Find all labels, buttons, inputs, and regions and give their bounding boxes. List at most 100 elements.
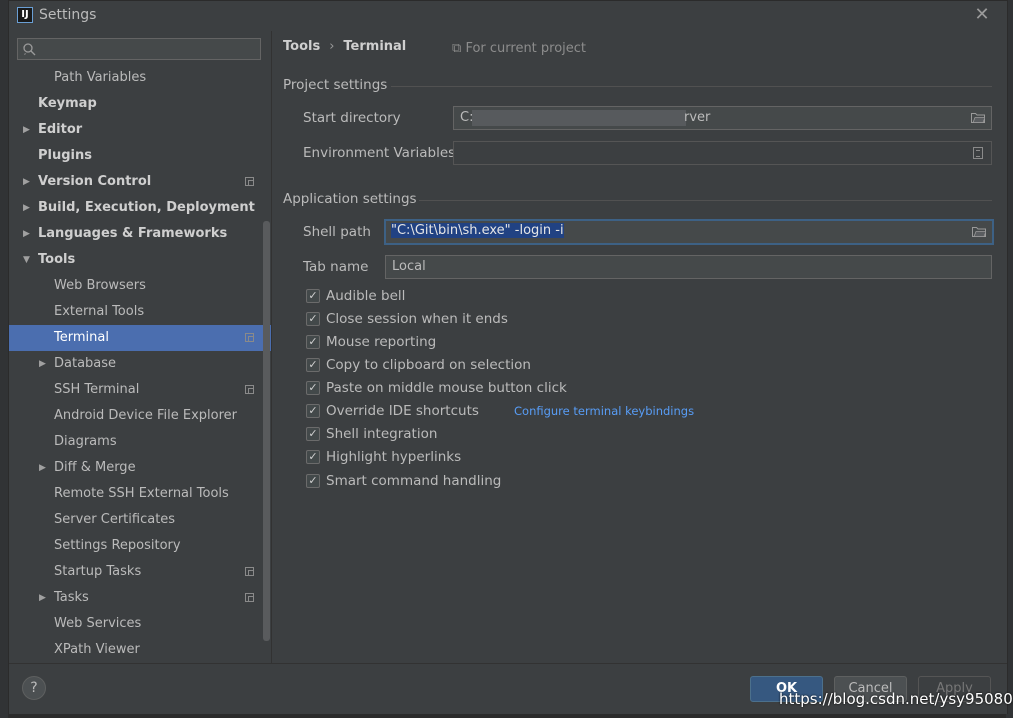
configure-keybindings-link[interactable]: Configure terminal keybindings	[514, 401, 694, 421]
sidebar-item-label: Build, Execution, Deployment	[38, 200, 255, 215]
expand-arrow-icon[interactable]: ▶	[39, 455, 49, 481]
edit-list-icon[interactable]	[973, 147, 983, 159]
check-icon[interactable]: ✓	[306, 335, 320, 349]
folder-icon[interactable]	[971, 112, 985, 123]
sidebar-item-version-control[interactable]: ▶ Version Control	[9, 169, 271, 195]
sidebar-item-label: Version Control	[38, 174, 152, 189]
sidebar-item-label: Database	[54, 356, 117, 371]
help-button[interactable]: ?	[22, 676, 46, 700]
project-scope-icon	[245, 333, 254, 342]
expand-arrow-icon[interactable]: ▶	[23, 221, 33, 247]
expand-arrow-icon[interactable]: ▶	[23, 117, 33, 143]
intellij-app-icon: IJ	[17, 7, 33, 23]
sidebar-item-label: Diagrams	[54, 434, 117, 449]
watermark-url: https://blog.csdn.net/ysy950803	[779, 690, 1013, 708]
sidebar-item-xpath-viewer[interactable]: XPath Viewer	[9, 637, 271, 663]
sidebar-item-startup-tasks[interactable]: Startup Tasks	[9, 559, 271, 585]
sidebar-item-label: Settings Repository	[54, 538, 181, 553]
close-icon[interactable]: ✕	[973, 5, 991, 25]
sidebar-item-build-execution-deployment[interactable]: ▶ Build, Execution, Deployment	[9, 195, 271, 221]
project-scope-icon	[245, 385, 254, 394]
sidebar-item-label: Startup Tasks	[54, 564, 142, 579]
shell-path-field[interactable]: "C:\Git\bin\sh.exe" -login -i	[384, 219, 994, 245]
expand-arrow-icon[interactable]: ▶	[23, 169, 33, 195]
sidebar-item-label: Editor	[38, 122, 83, 137]
breadcrumb-parent[interactable]: Tools	[283, 39, 320, 54]
sidebar-scrollbar[interactable]	[263, 221, 270, 641]
folder-icon[interactable]	[972, 226, 986, 237]
sidebar-item-path-variables[interactable]: Path Variables	[9, 65, 271, 91]
sidebar-item-web-services[interactable]: Web Services	[9, 611, 271, 637]
sidebar-item-settings-repository[interactable]: Settings Repository	[9, 533, 271, 559]
sidebar-item-external-tools[interactable]: External Tools	[9, 299, 271, 325]
sidebar-item-label: External Tools	[54, 304, 145, 319]
check-icon[interactable]: ✓	[306, 381, 320, 395]
sidebar-item-diff-merge[interactable]: ▶ Diff & Merge	[9, 455, 271, 481]
check-icon[interactable]: ✓	[306, 312, 320, 326]
tab-name-value: Local	[392, 259, 426, 274]
check-icon[interactable]: ✓	[306, 289, 320, 303]
environment-variables-label: Environment Variables	[303, 145, 456, 161]
expand-arrow-icon[interactable]: ▶	[39, 351, 49, 377]
sidebar-item-server-certificates[interactable]: Server Certificates	[9, 507, 271, 533]
check-icon[interactable]: ✓	[306, 358, 320, 372]
sidebar-item-label: Server Certificates	[54, 512, 176, 527]
environment-variables-field[interactable]	[453, 141, 992, 165]
sidebar-item-label: Plugins	[38, 148, 92, 163]
sidebar-item-label: Diff & Merge	[54, 460, 136, 475]
sidebar-item-diagrams[interactable]: Diagrams	[9, 429, 271, 455]
checkbox-label: Paste on middle mouse button click	[326, 380, 567, 396]
sidebar-item-database[interactable]: ▶ Database	[9, 351, 271, 377]
project-settings-title: Project settings	[283, 77, 388, 93]
sidebar-item-ssh-terminal[interactable]: SSH Terminal	[9, 377, 271, 403]
checkbox-label: Shell integration	[326, 426, 438, 442]
sidebar-item-label: Android Device File Explorer	[54, 408, 237, 423]
checkbox-label: Close session when it ends	[326, 311, 508, 327]
sidebar-item-tools[interactable]: ▼ Tools	[9, 247, 271, 273]
scope-note-label: For current project	[465, 41, 587, 56]
check-icon[interactable]: ✓	[306, 427, 320, 441]
title-bar: IJ Settings ✕	[9, 1, 1007, 31]
check-icon[interactable]: ✓	[306, 404, 320, 418]
checkbox-label: Highlight hyperlinks	[326, 449, 462, 465]
sidebar-item-label: XPath Viewer	[54, 642, 140, 657]
sidebar-item-remote-ssh-external-tools[interactable]: Remote SSH External Tools	[9, 481, 271, 507]
section-divider	[391, 86, 992, 87]
project-scope-icon	[245, 177, 254, 186]
project-scope-icon	[245, 593, 254, 602]
sidebar-item-label: Keymap	[38, 96, 97, 111]
check-icon[interactable]: ✓	[306, 450, 320, 464]
expand-arrow-icon[interactable]: ▶	[23, 195, 33, 221]
search-icon	[23, 43, 36, 56]
tab-name-field[interactable]: Local	[385, 255, 992, 279]
sidebar-item-label: Languages & Frameworks	[38, 226, 228, 241]
background-editor-left	[0, 0, 8, 718]
sidebar-item-terminal[interactable]: Terminal	[9, 325, 271, 351]
settings-sidebar: Path Variables Keymap ▶ Editor Plugins ▶…	[9, 31, 271, 663]
sidebar-item-keymap[interactable]: Keymap	[9, 91, 271, 117]
project-scope-icon	[245, 567, 254, 576]
sidebar-item-editor[interactable]: ▶ Editor	[9, 117, 271, 143]
section-divider	[419, 200, 992, 201]
sidebar-item-web-browsers[interactable]: Web Browsers	[9, 273, 271, 299]
settings-dialog: IJ Settings ✕ Path Variables Keymap ▶ Ed…	[8, 0, 1008, 714]
collapse-arrow-icon[interactable]: ▼	[23, 247, 33, 273]
breadcrumb-separator: ›	[329, 39, 335, 54]
sidebar-item-android-device-file-explorer[interactable]: Android Device File Explorer	[9, 403, 271, 429]
check-icon[interactable]: ✓	[306, 474, 320, 488]
terminal-settings-panel: Tools › Terminal ⧉ For current project Pro…	[272, 31, 1007, 663]
breadcrumb: Tools › Terminal	[283, 39, 406, 54]
scope-note: ⧉ For current project	[452, 41, 586, 56]
sidebar-item-plugins[interactable]: Plugins	[9, 143, 271, 169]
search-input[interactable]	[17, 38, 261, 60]
project-scope-icon: ⧉	[452, 41, 462, 56]
shell-path-label: Shell path	[303, 224, 371, 240]
sidebar-item-languages-frameworks[interactable]: ▶ Languages & Frameworks	[9, 221, 271, 247]
checkbox-label: Copy to clipboard on selection	[326, 357, 531, 373]
expand-arrow-icon[interactable]: ▶	[39, 585, 49, 611]
start-directory-field[interactable]: C: rver	[453, 106, 992, 130]
sidebar-item-label: Tools	[38, 252, 76, 267]
shell-path-value: "C:\Git\bin\sh.exe" -login -i	[391, 223, 564, 238]
sidebar-item-tasks[interactable]: ▶ Tasks	[9, 585, 271, 611]
sidebar-item-label: Path Variables	[54, 70, 147, 85]
